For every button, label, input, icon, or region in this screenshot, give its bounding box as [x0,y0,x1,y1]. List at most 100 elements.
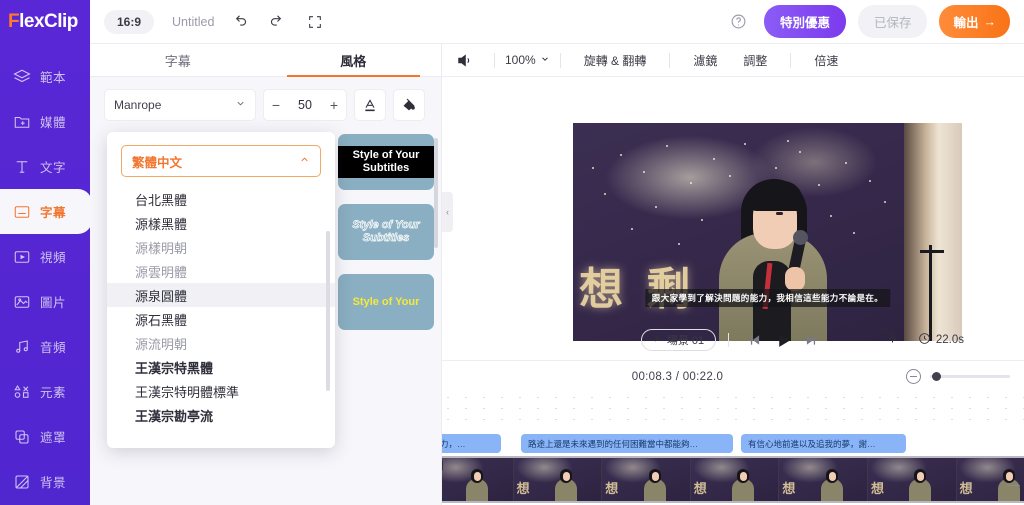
app-logo[interactable]: FlexClip [0,0,90,44]
filmstrip-frame: 想 [513,458,603,501]
panel-collapse-button[interactable]: ‹ [442,192,453,232]
image-icon [12,292,32,312]
duration-readout: 22.0s [918,332,964,348]
scene-label: 場景 01 [666,335,705,347]
fullscreen-icon[interactable] [302,9,328,35]
sidebar-item-video[interactable]: 視頻 [0,234,90,279]
font-family-value: Manrope [114,98,162,112]
player-controls: 場景 01 22.0s [442,326,1024,354]
play-icon[interactable] [769,332,797,349]
frame-calligraphy: 想 [870,482,884,497]
font-size-decrease-button[interactable]: − [264,97,288,113]
media-folder-icon [12,112,32,132]
font-group-label: 繁體中文 [132,155,183,170]
project-title[interactable]: Untitled [172,15,214,29]
wall-right [904,123,962,341]
font-option[interactable]: 源樣明朝 [107,235,335,259]
font-size-increase-button[interactable]: + [322,97,346,113]
fill-color-button[interactable] [393,89,425,121]
font-group-header[interactable]: 繁體中文 [121,145,321,177]
frame-person [553,467,579,501]
filmstrip-frame: 想 [779,458,868,501]
font-option[interactable]: 王漢宗特黑體 [107,355,335,379]
undo-icon[interactable] [226,9,252,35]
filmstrip-frame: 想 [690,458,780,501]
sidebar-item-label: 範本 [40,71,67,85]
arrow-right-icon: → [983,14,997,29]
font-option[interactable]: 源雲明體 [107,259,335,283]
sidebar-item-label: 視頻 [40,251,67,265]
sidebar-item-background[interactable]: 背景 [0,459,90,504]
subtitle-overlay[interactable]: 跟大家學到了解決問題的能力，我相信這些能力不論是在。 [644,289,891,307]
canvas-zoom-select[interactable]: 100% [505,53,550,67]
eye [776,212,783,215]
font-option[interactable]: 源流明朝 [107,331,335,355]
font-option[interactable]: 源樣黑體 [107,211,335,235]
redo-icon[interactable] [264,9,290,35]
tab-style[interactable]: 風格 [266,44,442,77]
sidebar-item-media[interactable]: 媒體 [0,99,90,144]
speed-button[interactable]: 倍速 [801,52,851,69]
style-card[interactable]: Style of Your [338,274,434,330]
chevron-down-icon [540,53,550,67]
text-icon [12,157,32,177]
export-label: 輸出 [953,16,979,30]
font-size-input[interactable]: 50 [288,98,322,112]
sidebar-item-label: 遮罩 [40,431,67,445]
font-option-selected[interactable]: 源泉圓體 [107,283,335,307]
aspect-ratio-button[interactable]: 16:9 [104,9,155,34]
sidebar-item-audio[interactable]: 音頻 [0,324,90,369]
tab-subtitles[interactable]: 字幕 [90,44,266,76]
font-option[interactable]: 台北黑體 [107,187,335,211]
font-dropdown: 繁體中文 台北黑體 源樣黑體 源樣明朝 源雲明體 源泉圓體 源石黑體 源流明朝 … [107,132,335,448]
sidebar-item-text[interactable]: 文字 [0,144,90,189]
font-family-select[interactable]: Manrope [104,89,256,121]
volume-icon[interactable] [456,52,484,69]
export-button[interactable]: 輸出 → [939,5,1010,38]
style-card[interactable]: Style of Your Subtitles [338,204,434,260]
style-card-label: Style of Your [352,295,420,308]
frame-calligraphy: 想 [959,482,973,497]
font-option[interactable]: 王漢宗勘亭流 [107,403,335,427]
panel-tab-bar: 字幕 風格 [90,44,441,77]
logo-f: F [8,11,20,32]
frame-calligraphy: 想 [516,482,530,497]
zoom-slider-knob[interactable] [932,372,941,381]
microphone-icon[interactable] [885,330,900,350]
font-size-stepper: − 50 + [263,89,347,121]
style-card-label: Style of Your Subtitles [352,219,420,244]
logo-rest: lexClip [19,11,78,32]
filter-button[interactable]: 濾鏡 [680,52,730,69]
font-option[interactable]: 源石黑體 [107,307,335,331]
sidebar-item-elements[interactable]: 元素 [0,369,90,414]
rotate-flip-button[interactable]: 旋轉 & 翻轉 [571,52,660,69]
sidebar-item-template[interactable]: 範本 [0,54,90,99]
saved-status-button[interactable]: 已保存 [857,5,928,38]
left-sidebar: FlexClip 範本 媒體 文字 字幕 視頻 圖片 音頻 元素 遮罩 背景 [0,0,92,505]
sidebar-item-overlay[interactable]: 遮罩 [0,414,90,459]
subtitle-clip[interactable]: 有信心地前進以及追我的夢，謝… [741,434,906,453]
video-track-filmstrip[interactable]: 想 01 想 想 想 [423,456,1024,503]
style-card[interactable]: Style of Your Subtitles [338,134,434,190]
text-color-button[interactable] [354,89,386,121]
mic-arm [920,250,944,253]
sidebar-item-image[interactable]: 圖片 [0,279,90,324]
player-right-controls: 22.0s [885,330,964,350]
sidebar-item-label: 音頻 [40,341,67,355]
help-icon[interactable] [726,9,752,35]
zoom-out-icon[interactable] [906,369,921,384]
frame-person [642,467,668,501]
panel-scrollbar[interactable] [434,138,438,248]
scene-selector[interactable]: 場景 01 [640,329,717,351]
skip-next-icon[interactable] [797,333,825,347]
dropdown-scrollbar[interactable] [326,231,330,391]
timeline-add-button[interactable]: — [1007,477,1020,492]
adjust-button[interactable]: 調整 [730,52,780,69]
skip-previous-icon[interactable] [741,333,769,347]
special-offer-button[interactable]: 特別優惠 [763,5,846,38]
timeline-zoom-slider[interactable] [930,372,1010,381]
font-option[interactable]: 王漢宗特明體標準 [107,379,335,403]
subtitle-clip[interactable]: 路途上還是未來遇到的任何困難當中都能夠… [521,434,733,453]
video-preview[interactable]: 想 剩 跟大家學到了解決問題的能力，我相信這些能力不論是在。 [573,123,962,341]
sidebar-item-subtitles[interactable]: 字幕 [0,189,92,234]
